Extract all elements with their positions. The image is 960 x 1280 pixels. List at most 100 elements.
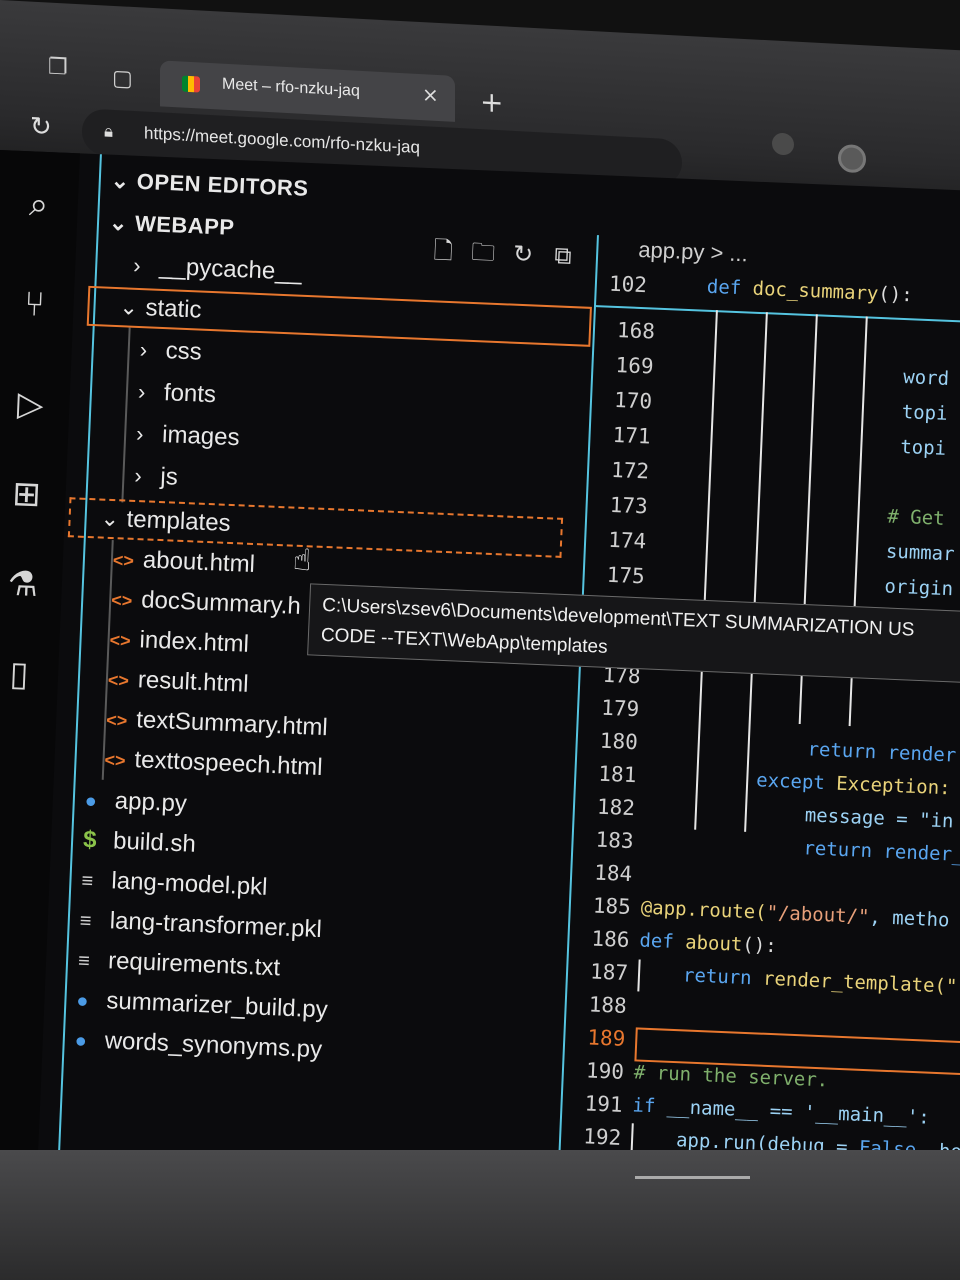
html-file-icon: <> xyxy=(109,630,132,651)
line-number: 174 xyxy=(607,527,647,554)
file-index-html[interactable]: <> index.html xyxy=(109,621,250,663)
line-number: 188 xyxy=(588,992,628,1018)
indent-guide xyxy=(694,310,718,830)
file-build-sh[interactable]: $ build.sh xyxy=(82,822,197,863)
html-file-icon: <> xyxy=(104,749,126,771)
line-number: 183 xyxy=(595,827,635,854)
chevron-right-icon: › xyxy=(139,337,148,363)
new-tab-button[interactable]: + xyxy=(480,85,503,119)
text-file-icon: ≡ xyxy=(77,949,91,973)
meet-favicon-icon xyxy=(182,75,200,93)
testing-icon[interactable]: ⚗ xyxy=(0,560,47,608)
code-line: def about(): xyxy=(638,929,778,958)
breadcrumb[interactable]: app.py > ... xyxy=(638,237,748,268)
file-texttospeech-html[interactable]: <> texttospeech.html xyxy=(104,741,323,786)
search-icon[interactable]: ⌕ xyxy=(15,181,63,229)
url-text[interactable]: https://meet.google.com/rfo-nzku-jaq xyxy=(144,124,420,158)
line-number: 170 xyxy=(613,387,653,414)
line-number: 186 xyxy=(591,926,630,953)
python-file-icon: ● xyxy=(75,989,89,1013)
run-debug-icon[interactable]: ▷ xyxy=(6,381,54,429)
text-file-icon: ≡ xyxy=(80,870,94,893)
line-number: 182 xyxy=(596,794,636,821)
line-number: 179 xyxy=(600,695,640,722)
line-number: 185 xyxy=(592,893,632,920)
code-editor[interactable]: app.py > ... 102 def doc_summary(): 168 … xyxy=(557,235,960,1202)
indent-guide xyxy=(121,327,131,503)
line-number: 169 xyxy=(615,352,655,379)
code-line: message = "in xyxy=(804,804,954,833)
file-lang-transformer-pkl[interactable]: ≡ lang-transformer.pkl xyxy=(79,902,322,948)
code-line: topi xyxy=(901,401,949,425)
chevron-down-icon: ⌄ xyxy=(119,294,139,320)
code-line: @app.route("/about/", metho xyxy=(640,896,950,932)
line-number: 180 xyxy=(599,728,639,755)
folder-images[interactable]: › images xyxy=(135,416,240,456)
lock-icon[interactable]: 🔒︎ xyxy=(104,121,113,141)
laptop-bezel xyxy=(0,1150,960,1280)
line-number: 191 xyxy=(584,1091,624,1117)
reload-icon[interactable]: ↻ xyxy=(30,112,52,143)
line-number: 102 xyxy=(608,271,648,298)
file-summarizer-build-py[interactable]: ● summarizer_build.py xyxy=(76,982,329,1028)
html-file-icon: <> xyxy=(112,550,135,571)
open-editors-header[interactable]: ⌄ OPEN EDITORS xyxy=(110,163,309,207)
code-line: origin xyxy=(884,575,954,601)
tab-actions-icon[interactable]: ▢ xyxy=(112,66,133,92)
indent-guide xyxy=(637,959,641,992)
code-line: summar xyxy=(885,540,956,566)
code-line: return render xyxy=(807,738,957,767)
file-lang-model-pkl[interactable]: ≡ lang-model.pkl xyxy=(81,862,268,906)
sticky-scroll-line[interactable]: 102 def doc_summary(): xyxy=(595,263,960,325)
new-folder-icon[interactable]: 🗀 xyxy=(462,234,504,277)
folder-js[interactable]: › js xyxy=(134,458,179,496)
file-about-html[interactable]: <> about.html xyxy=(112,541,256,583)
chevron-right-icon: › xyxy=(137,379,146,405)
line-number: 173 xyxy=(609,492,649,519)
shell-file-icon: $ xyxy=(82,826,98,854)
code-comment: # Get xyxy=(886,505,946,530)
file-words-synonyms-py[interactable]: ● words_synonyms.py xyxy=(74,1022,323,1068)
file-app-py[interactable]: ● app.py xyxy=(84,782,187,822)
html-file-icon: <> xyxy=(107,669,130,691)
file-requirements-txt[interactable]: ≡ requirements.txt xyxy=(77,942,281,986)
line-number: 192 xyxy=(582,1124,622,1150)
line-number-active: 189 xyxy=(586,1025,626,1051)
refresh-icon[interactable]: ↻ xyxy=(503,239,544,269)
code-line: word xyxy=(902,366,950,390)
tab-close-button[interactable]: × xyxy=(422,82,439,107)
collapse-all-icon[interactable]: ⧉ xyxy=(543,241,584,271)
code-line: topi xyxy=(899,435,947,460)
line-number: 184 xyxy=(593,860,633,887)
chevron-down-icon: ⌄ xyxy=(100,505,120,532)
code-line: if __name__ == '__main__': xyxy=(632,1094,931,1129)
folder-fonts[interactable]: › fonts xyxy=(137,374,216,413)
folder-css[interactable]: › css xyxy=(139,332,202,371)
explorer-toolbar: 🗋 🗀 ↻ ⧉ xyxy=(422,233,584,281)
python-file-icon: ● xyxy=(74,1029,88,1053)
extensions-icon[interactable]: ⊞ xyxy=(3,470,51,518)
file-textsummary-html[interactable]: <> textSummary.html xyxy=(106,701,329,746)
line-number: 190 xyxy=(585,1058,625,1084)
file-result-html[interactable]: <> result.html xyxy=(107,661,249,703)
chevron-right-icon: › xyxy=(135,420,145,447)
remote-explorer-icon[interactable]: ▯ xyxy=(0,650,43,698)
html-file-icon: <> xyxy=(105,709,128,731)
workspaces-icon[interactable]: ❐ xyxy=(48,55,68,81)
folder-pycache[interactable]: › __pycache__ xyxy=(133,248,303,291)
browser-tab[interactable]: Meet – rfo-nzku-jaq × xyxy=(160,60,455,122)
line-number: 175 xyxy=(606,562,646,589)
chevron-right-icon: › xyxy=(133,462,143,489)
workspace-header[interactable]: ⌄ WEBAPP xyxy=(108,205,235,246)
source-control-icon[interactable]: ⑂ xyxy=(11,281,59,329)
chevron-down-icon: ⌄ xyxy=(108,209,129,236)
file-docsummary-html[interactable]: <> docSummary.h xyxy=(111,581,302,625)
code-line: except Exception: xyxy=(755,769,952,800)
new-file-icon[interactable]: 🗋 xyxy=(422,233,464,276)
html-file-icon: <> xyxy=(110,590,133,611)
bezel-line xyxy=(635,1176,750,1179)
python-file-icon: ● xyxy=(84,790,98,813)
sticky-code: def doc_summary(): xyxy=(706,275,914,307)
line-number: 171 xyxy=(612,422,652,449)
camera-dot xyxy=(772,132,794,156)
